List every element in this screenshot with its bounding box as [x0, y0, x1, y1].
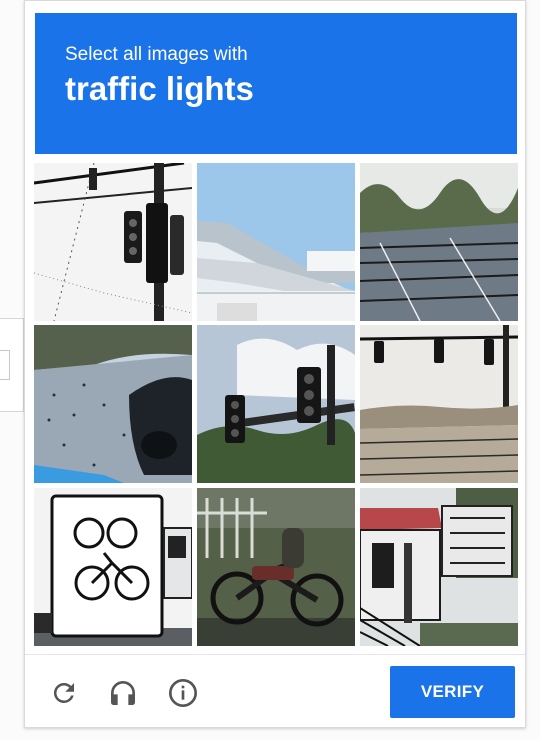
instruction-text: Select all images with [65, 44, 248, 65]
image-tile-6[interactable] [360, 325, 518, 483]
image-tile-2[interactable] [197, 163, 355, 321]
target-object-text: traffic lights [65, 70, 254, 107]
tile-5-image [197, 325, 355, 483]
tile-1-image [34, 163, 192, 321]
image-grid [34, 163, 518, 646]
reload-icon [53, 683, 74, 703]
tile-7-image [34, 488, 192, 646]
instruction-header: Select all images with traffic lights [35, 13, 517, 154]
audio-challenge-button[interactable] [105, 675, 141, 711]
tile-8-image [197, 488, 355, 646]
tile-9-image [360, 488, 518, 646]
verify-button[interactable]: VERIFY [390, 666, 515, 718]
tile-3-image [360, 163, 518, 321]
image-tile-5[interactable] [197, 325, 355, 483]
image-tile-7[interactable] [34, 488, 192, 646]
tile-2-image [197, 163, 355, 321]
reload-button[interactable] [46, 675, 82, 711]
info-icon [169, 679, 197, 707]
info-button[interactable] [165, 675, 201, 711]
tile-6-image [360, 325, 518, 483]
image-tile-9[interactable] [360, 488, 518, 646]
image-tile-3[interactable] [360, 163, 518, 321]
tile-4-image [34, 325, 192, 483]
image-tile-1[interactable] [34, 163, 192, 321]
image-tile-4[interactable] [34, 325, 192, 483]
footer-divider [25, 654, 525, 655]
headphones-icon [111, 681, 135, 705]
image-tile-8[interactable] [197, 488, 355, 646]
challenge-pointer-knob [0, 350, 10, 380]
captcha-challenge: Select all images with traffic lights VE… [24, 0, 526, 728]
